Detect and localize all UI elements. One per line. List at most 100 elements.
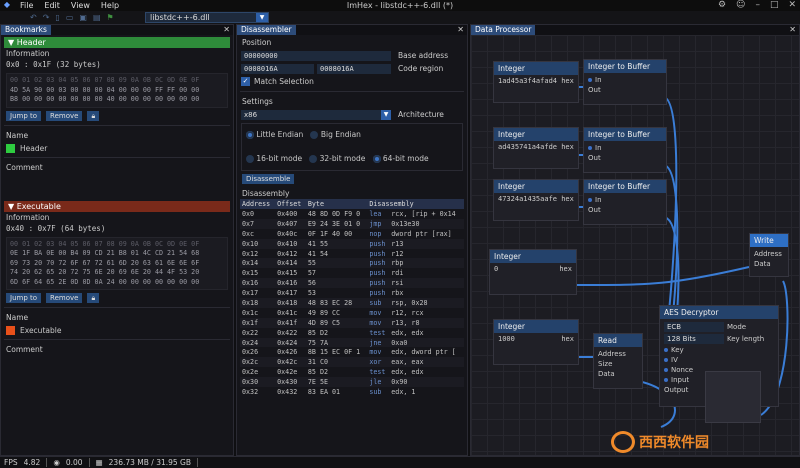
table-row[interactable]: 0x24 0x424 75 7A jne 0xa0 xyxy=(240,337,464,348)
aes-mode-select[interactable]: ECB xyxy=(664,322,724,332)
table-row[interactable]: 0x18 0x418 48 83 EC 28 sub rsp, 0x28 xyxy=(240,298,464,308)
jump-to-button[interactable]: Jump to xyxy=(6,110,42,121)
toolbar: ↶ ↷ ▯ ▭ ▣ ▤ ⚑ libstdc++-6.dll ▼ xyxy=(0,11,800,24)
col-disassembly[interactable]: Disassembly xyxy=(367,199,464,209)
node-int-to-buffer-2[interactable]: Integer to Buffer In Out xyxy=(583,127,667,173)
aes-keylen-select[interactable]: 128 Bits xyxy=(664,334,724,344)
table-row[interactable]: 0x0 0x400 48 8D 0D F9 0 lea rcx, [rip + 0x14 xyxy=(240,209,464,219)
table-row[interactable]: 0x7 0x407 E9 24 3E 01 0 jmp 0x13e30 xyxy=(240,218,464,229)
remove-button[interactable]: Remove xyxy=(46,293,83,303)
cell-address: 0x26 xyxy=(242,348,259,357)
table-row[interactable]: 0x2e 0x42e 85 D2 test edx, edx xyxy=(240,367,464,377)
tab-data-processor[interactable]: Data Processor xyxy=(471,25,536,35)
integer-value[interactable]: 1000 xyxy=(498,335,515,343)
cell-mnemonic: mov xyxy=(369,308,382,317)
table-row[interactable]: 0x14 0x414 55 push rbp xyxy=(240,258,464,269)
menu-file[interactable]: File xyxy=(20,1,33,10)
match-selection-checkbox[interactable]: ✓ xyxy=(241,77,250,86)
bookmark-header-title[interactable]: ▼ Header xyxy=(4,37,230,48)
feedback-smile-icon[interactable]: ☺ xyxy=(736,0,745,10)
lock-icon[interactable]: 🔒︎ xyxy=(87,110,100,121)
file-selector[interactable]: libstdc++-6.dll ▼ xyxy=(145,12,269,23)
node-integer-2[interactable]: Integer ad435741a4afde hex xyxy=(493,127,579,169)
bookmark-name-value[interactable]: Executable xyxy=(20,326,61,335)
close-panel-icon[interactable]: ✕ xyxy=(457,25,464,35)
integer-value[interactable]: 1ad45a3f4afad4 hex xyxy=(494,75,578,87)
node-write[interactable]: Write Address Data xyxy=(749,233,789,277)
table-row[interactable]: 0x1f 0x41f 4D 89 C5 mov r13, r8 xyxy=(240,317,464,328)
col-offset[interactable]: Offset xyxy=(275,199,306,209)
node-integer-5[interactable]: Integer 1000 hex xyxy=(493,319,579,365)
table-row[interactable]: 0x10 0x410 41 55 push r13 xyxy=(240,238,464,249)
little-endian-radio[interactable] xyxy=(246,131,254,139)
node-read[interactable]: Read Address Size Data xyxy=(593,333,643,389)
save-icon[interactable]: ▣ xyxy=(79,13,87,22)
table-row[interactable]: 0x22 0x422 85 D2 test edx, edx xyxy=(240,328,464,338)
menu-view[interactable]: View xyxy=(71,1,90,10)
settings-gear-icon[interactable]: ⚙ xyxy=(718,0,726,10)
comment-field[interactable] xyxy=(1,173,233,199)
region-start-field[interactable]: 0008016A xyxy=(241,63,314,74)
node-int-to-buffer-3[interactable]: Integer to Buffer In Out xyxy=(583,179,667,225)
col-address[interactable]: Address xyxy=(240,199,276,209)
table-row[interactable]: 0x32 0x432 83 EA 01 sub edx, 1 xyxy=(240,387,464,397)
menu-help[interactable]: Help xyxy=(101,1,119,10)
tab-disassembler[interactable]: Disassembler xyxy=(237,25,296,35)
remove-button[interactable]: Remove xyxy=(46,110,83,121)
cell-offset: 0x42c xyxy=(275,357,306,368)
node-integer-4[interactable]: Integer 0 hex xyxy=(489,249,577,295)
menu-edit[interactable]: Edit xyxy=(44,1,60,10)
cell-address: 0x10 xyxy=(240,238,276,249)
cell-operands: r13 xyxy=(389,238,464,249)
table-row[interactable]: 0x12 0x412 41 54 push r12 xyxy=(240,249,464,259)
undo-icon[interactable]: ↶ xyxy=(30,13,37,22)
table-row[interactable]: 0x17 0x417 53 push rbx xyxy=(240,288,464,298)
base-address-field[interactable]: 00000000 xyxy=(241,50,391,61)
redo-icon[interactable]: ↷ xyxy=(43,13,50,22)
col-byte[interactable]: Byte xyxy=(305,199,368,209)
bookmark-executable-title[interactable]: ▼ Executable xyxy=(4,200,230,212)
lock-icon[interactable]: 🔒︎ xyxy=(87,293,100,303)
mode-settings-box: Little Endian Big Endian 16-bit mode 32-… xyxy=(241,123,463,171)
minimize-button[interactable]: – xyxy=(755,0,760,10)
integer-value[interactable]: 0 xyxy=(494,265,498,273)
table-row[interactable]: 0x16 0x416 56 push rsi xyxy=(240,278,464,289)
16bit-radio[interactable] xyxy=(246,155,254,163)
open-file-icon[interactable]: ▭ xyxy=(66,13,74,22)
table-row[interactable]: 0x15 0x415 57 push rdi xyxy=(240,268,464,278)
maximize-button[interactable]: □ xyxy=(770,0,779,10)
close-window-button[interactable]: ✕ xyxy=(788,0,796,10)
save-as-icon[interactable]: ▤ xyxy=(93,13,101,22)
color-swatch[interactable] xyxy=(6,326,15,335)
disassemble-button[interactable]: Disassemble xyxy=(242,174,295,184)
minimap[interactable] xyxy=(705,371,761,423)
node-int-to-buffer-1[interactable]: Integer to Buffer In Out xyxy=(583,59,667,105)
table-row[interactable]: 0x30 0x430 7E 5E jle 0x90 xyxy=(240,377,464,388)
cell-bytes: 55 xyxy=(305,258,368,269)
close-panel-icon[interactable]: ✕ xyxy=(223,25,230,35)
close-panel-icon[interactable]: ✕ xyxy=(789,25,796,35)
bookmark-name-value[interactable]: Header xyxy=(20,144,47,153)
cell-address: 0x15 xyxy=(242,269,259,278)
cell-bytes: 41 55 xyxy=(305,238,368,249)
jump-to-button[interactable]: Jump to xyxy=(6,293,42,303)
node-canvas[interactable]: Integer 1ad45a3f4afad4 hex Integer to Bu… xyxy=(471,35,799,455)
64bit-radio[interactable] xyxy=(372,155,381,163)
node-integer-1[interactable]: Integer 1ad45a3f4afad4 hex xyxy=(493,61,579,103)
bookmark-icon[interactable]: ⚑ xyxy=(107,13,114,22)
architecture-select[interactable]: x86 ▼ xyxy=(241,109,391,120)
new-file-icon[interactable]: ▯ xyxy=(55,13,59,22)
32bit-radio[interactable] xyxy=(309,155,318,163)
table-row[interactable]: 0x1c 0x41c 49 89 CC mov r12, rcx xyxy=(240,308,464,318)
table-row[interactable]: 0xc 0x40c 0F 1F 40 00 nop dword ptr [rax] xyxy=(240,229,464,239)
node-integer-3[interactable]: Integer 47324a1435aafe hex xyxy=(493,179,579,221)
table-row[interactable]: 0x2c 0x42c 31 C0 xor eax, eax xyxy=(240,357,464,368)
cell-offset: 0x415 xyxy=(277,269,298,278)
big-endian-radio[interactable] xyxy=(310,131,319,139)
region-end-field[interactable]: 0008016A xyxy=(317,63,391,74)
color-swatch[interactable] xyxy=(6,143,15,153)
integer-value[interactable]: ad435741a4afde hex xyxy=(494,141,578,153)
integer-value[interactable]: 47324a1435aafe hex xyxy=(494,193,578,205)
table-row[interactable]: 0x26 0x426 8B 15 EC 0F 1 mov edx, dword ptr … xyxy=(240,347,464,357)
tab-bookmarks[interactable]: Bookmarks xyxy=(1,25,51,35)
